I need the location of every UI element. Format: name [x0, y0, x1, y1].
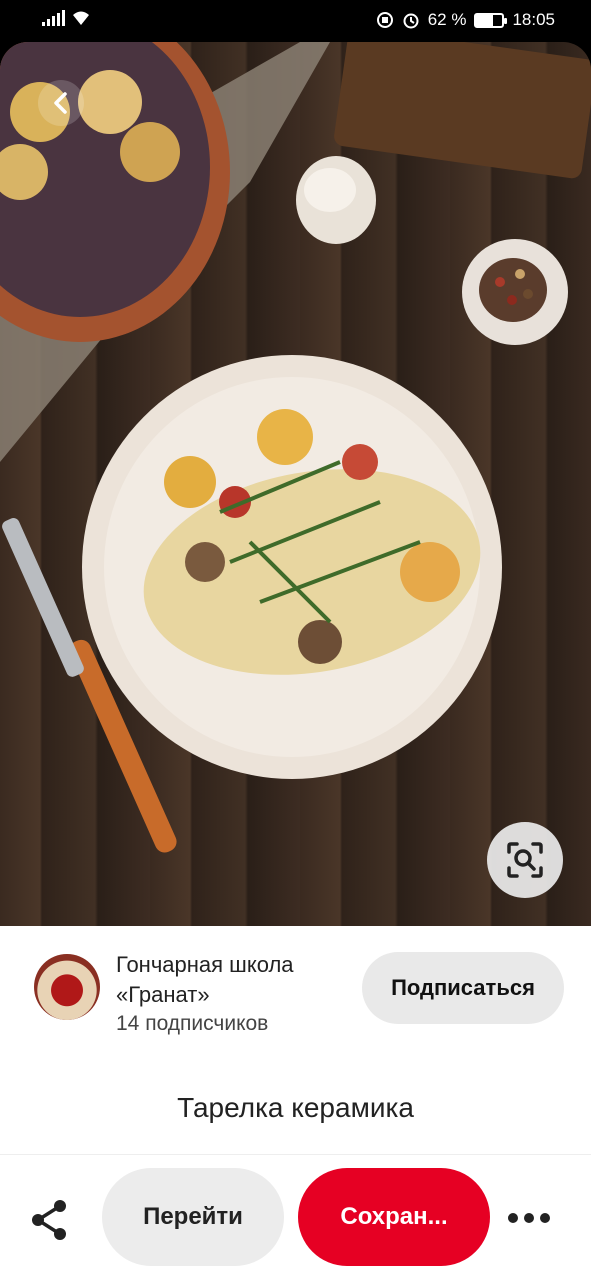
pin-image[interactable]	[0, 42, 591, 926]
battery-icon	[474, 12, 508, 28]
visit-button[interactable]: Перейти	[102, 1168, 284, 1266]
more-options-button[interactable]	[506, 1204, 552, 1232]
clock: 18:05	[512, 10, 555, 29]
share-icon	[32, 1200, 66, 1240]
battery-level	[476, 14, 493, 26]
more-dot	[540, 1213, 550, 1223]
wifi-icon	[73, 11, 89, 25]
network-indicators	[42, 10, 91, 26]
creator-avatar[interactable]	[34, 954, 100, 1020]
divider	[0, 1154, 591, 1155]
creator-row: Гончарная школа «Гранат» 14 подписчиков …	[34, 948, 574, 1048]
visual-search-button[interactable]	[487, 822, 563, 898]
creator-name[interactable]: Гончарная школа «Гранат»	[116, 950, 346, 1010]
chevron-left-icon	[54, 92, 67, 114]
data-saver-icon	[376, 12, 393, 28]
save-button[interactable]: Сохран...	[298, 1168, 490, 1266]
lens-search-icon	[507, 842, 543, 878]
signal-icon	[42, 10, 65, 26]
pin-title: Тарелка керамика	[177, 1092, 414, 1123]
pin-details: Гончарная школа «Гранат» 14 подписчиков …	[0, 926, 591, 1280]
share-button[interactable]	[26, 1196, 74, 1244]
more-dot	[508, 1213, 518, 1223]
action-bar: Перейти Сохран...	[0, 1168, 591, 1268]
battery-percent: 62 %	[427, 10, 467, 29]
subscribe-button[interactable]: Подписаться	[362, 952, 564, 1024]
back-button[interactable]	[38, 80, 84, 126]
status-right: 62 % 18:05	[376, 10, 555, 30]
status-bar: 62 % 18:05	[0, 0, 591, 42]
more-dot	[524, 1213, 534, 1223]
food-photo	[0, 42, 591, 853]
alarm-icon	[403, 13, 419, 29]
follower-count: 14 подписчиков	[116, 1012, 269, 1035]
